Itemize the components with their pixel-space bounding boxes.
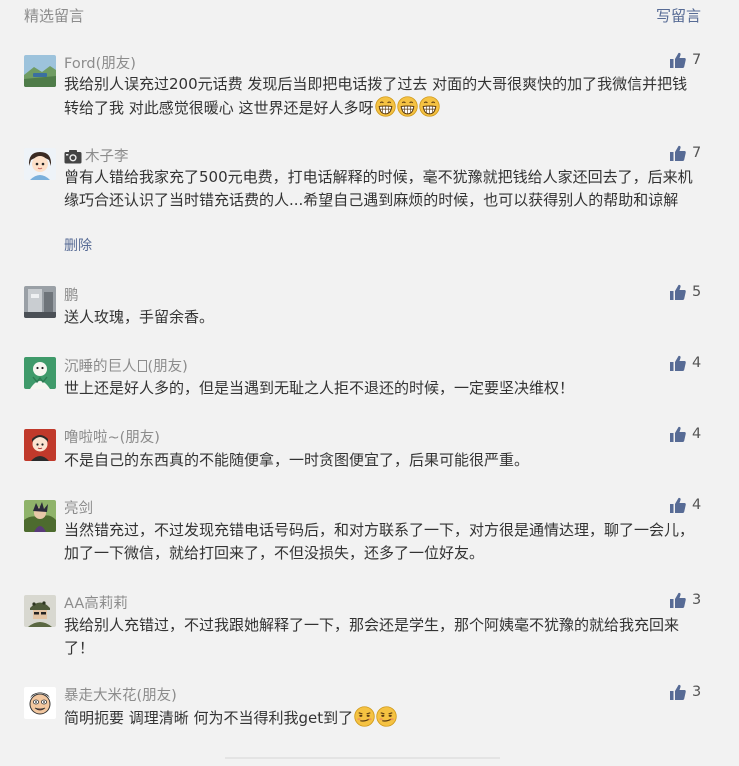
delete-link[interactable]: 删除 xyxy=(64,235,92,255)
like-count: 4 xyxy=(692,497,702,513)
red-cartoon-avatar[interactable] xyxy=(24,429,56,461)
thumbs-up-icon xyxy=(670,145,686,161)
comment-content: 世上还是好人多的，但是当遇到无耻之人拒不退还的时候，一定要坚决维权！ xyxy=(64,379,575,397)
gray-photo-avatar[interactable] xyxy=(24,286,56,318)
like-button[interactable]: 5 xyxy=(670,284,701,300)
comment-content: 不是自己的东西真的不能随便拿，一时贪图便宜了，后果可能很严重。 xyxy=(64,451,530,469)
like-count: 3 xyxy=(692,592,702,608)
write-comment-link[interactable]: 写留言 xyxy=(656,5,701,26)
soldier-avatar[interactable] xyxy=(24,595,56,627)
like-count: 7 xyxy=(692,52,702,68)
thumbs-up-icon xyxy=(670,426,686,442)
like-count: 7 xyxy=(692,145,702,161)
green-cartoon-avatar[interactable] xyxy=(24,357,56,389)
comment-content: 当然错充过，不过发现充错电话号码后，和对方联系了一下，对方很是通情达理，聊了一会… xyxy=(64,521,695,562)
comment-content: 我给别人充错过，不过我跟她解释了一下，那会还是学生，那个阿姨毫不犹豫的就给我充回… xyxy=(64,616,680,657)
comment-content: 简明扼要 调理清晰 何为不当得利我get到了 xyxy=(64,706,702,734)
nickname-suffix: (朋友) xyxy=(147,359,188,375)
comment-content: 送人玫瑰，手留余香。 xyxy=(64,308,215,326)
comment-nickname: Ford(朋友) xyxy=(64,56,136,72)
like-count: 3 xyxy=(692,684,702,700)
like-button[interactable]: 7 xyxy=(670,52,701,68)
smirk-emoji-icon xyxy=(376,706,397,734)
grin-emoji-icon xyxy=(418,96,440,124)
like-button[interactable]: 3 xyxy=(670,592,701,608)
comment-text: 简明扼要 调理清晰 何为不当得利我get到了 xyxy=(64,709,354,727)
thumbs-up-icon xyxy=(670,355,686,371)
missing-glyph-icon xyxy=(137,360,147,372)
like-count: 4 xyxy=(692,355,702,371)
nickname-text: 木子李 xyxy=(85,149,129,165)
comment-content: 我给别人误充过200元话费 发现后当即把电话拨了过去 对面的大哥很爽快的加了我微… xyxy=(64,73,702,124)
comment-content: 曾有人错给我家充了500元电费，打电话解释的时候，毫不犹豫就把钱给人家还回去了，… xyxy=(64,168,693,209)
comment-nickname: 暴走大米花(朋友) xyxy=(64,688,177,704)
cartoon-girl-avatar[interactable] xyxy=(24,148,56,180)
scroll-divider xyxy=(225,757,500,759)
grin-emoji-icon xyxy=(374,96,396,124)
comments-header: 精选留言 写留言 xyxy=(0,0,739,30)
like-button[interactable]: 4 xyxy=(670,426,701,442)
anime-warrior-avatar[interactable] xyxy=(24,500,56,532)
section-title: 精选留言 xyxy=(24,7,85,25)
like-count: 5 xyxy=(692,284,702,300)
rage-face-avatar[interactable] xyxy=(24,687,56,719)
comment-nickname: 木子李 xyxy=(64,145,129,168)
like-button[interactable]: 4 xyxy=(670,355,701,371)
comment-nickname: 沉睡的巨人 (朋友) xyxy=(64,355,188,376)
like-button[interactable]: 3 xyxy=(670,684,701,700)
comment-nickname: 鹏 xyxy=(64,288,79,304)
thumbs-up-icon xyxy=(670,52,686,68)
thumbs-up-icon xyxy=(670,497,686,513)
nickname-text: 沉睡的巨人 xyxy=(64,359,137,375)
thumbs-up-icon xyxy=(670,284,686,300)
like-button[interactable]: 7 xyxy=(670,145,701,161)
comment-nickname: 亮剑 xyxy=(64,501,93,517)
smirk-emoji-icon xyxy=(354,706,375,734)
comment-nickname: 噜啦啦~(朋友) xyxy=(64,430,160,446)
like-count: 4 xyxy=(692,426,702,442)
like-button[interactable]: 4 xyxy=(670,497,701,513)
landscape-avatar[interactable] xyxy=(24,55,56,87)
thumbs-up-icon xyxy=(670,684,686,700)
comment-nickname: AA高莉莉 xyxy=(64,596,128,612)
grin-emoji-icon xyxy=(396,96,418,124)
thumbs-up-icon xyxy=(670,592,686,608)
